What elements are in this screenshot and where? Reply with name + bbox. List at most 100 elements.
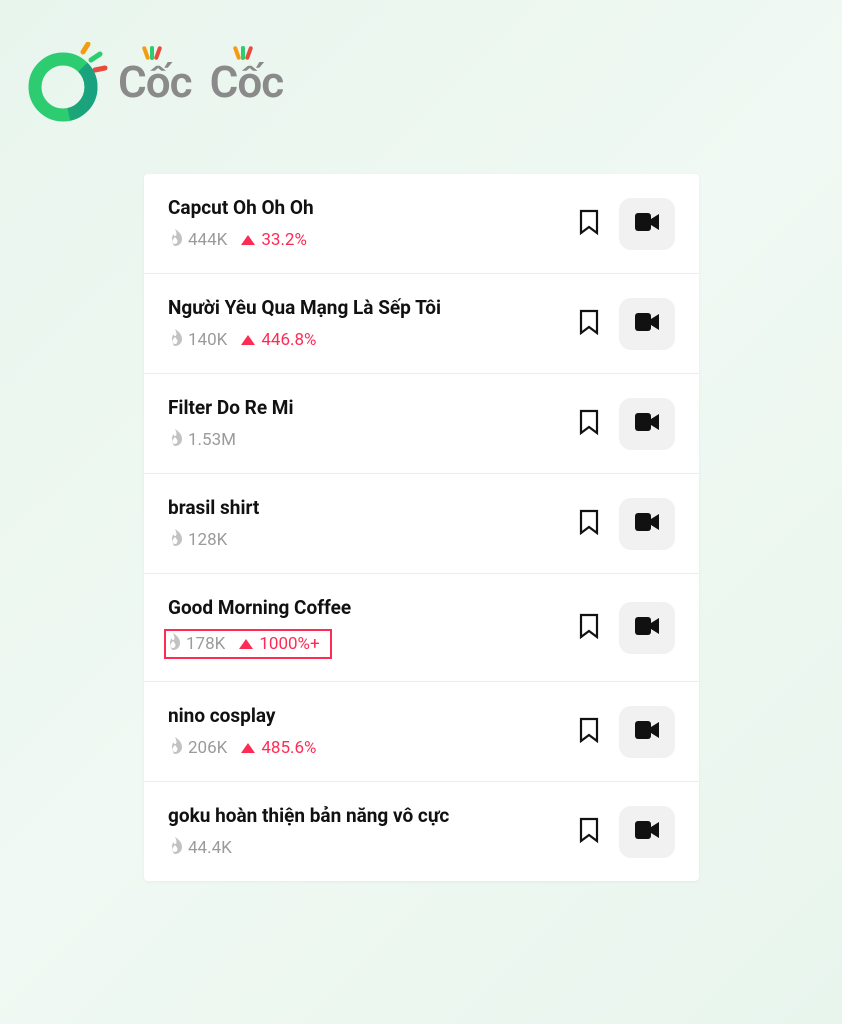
views-count: 128K — [188, 530, 227, 550]
views-stat: 140K — [168, 329, 227, 351]
logo-mark-icon — [28, 42, 108, 122]
list-item-content: Người Yêu Qua Mạng Là Sếp Tôi 140K 446.8% — [168, 296, 573, 351]
highlight-box: 178K 1000%+ — [164, 629, 332, 659]
item-stats: 178K 1000%+ — [168, 629, 573, 659]
logo-accent-icon — [144, 46, 160, 60]
item-stats: 128K — [168, 529, 573, 551]
bookmark-icon — [578, 817, 600, 846]
bookmark-icon — [578, 613, 600, 642]
fire-icon — [168, 229, 182, 251]
list-item[interactable]: Filter Do Re Mi 1.53M — [144, 374, 699, 474]
bookmark-icon — [578, 309, 600, 338]
item-stats: 44.4K — [168, 837, 573, 859]
brand-word-2: Cốc — [210, 56, 284, 108]
views-count: 444K — [188, 230, 227, 250]
item-stats: 1.53M — [168, 429, 573, 451]
fire-icon — [168, 529, 182, 551]
video-button[interactable] — [619, 298, 675, 350]
item-actions — [573, 706, 675, 758]
item-stats: 206K 485.6% — [168, 737, 573, 759]
video-button[interactable] — [619, 706, 675, 758]
bookmark-button[interactable] — [573, 816, 605, 848]
item-title: Good Morning Coffee — [168, 596, 573, 619]
item-actions — [573, 602, 675, 654]
bookmark-button[interactable] — [573, 612, 605, 644]
trend-stat: 485.6% — [241, 738, 316, 758]
fire-icon — [168, 429, 182, 451]
trend-value: 485.6% — [261, 738, 316, 758]
trend-value: 33.2% — [261, 230, 307, 250]
logo-accent-icon — [235, 46, 251, 60]
trend-stat: 33.2% — [241, 230, 307, 250]
bookmark-button[interactable] — [573, 308, 605, 340]
bookmark-icon — [578, 209, 600, 238]
bookmark-button[interactable] — [573, 408, 605, 440]
video-button[interactable] — [619, 602, 675, 654]
video-camera-icon — [635, 213, 659, 234]
bookmark-button[interactable] — [573, 508, 605, 540]
video-camera-icon — [635, 821, 659, 842]
list-item-content: nino cosplay 206K 485.6% — [168, 704, 573, 759]
item-title: nino cosplay — [168, 704, 573, 727]
bookmark-icon — [578, 409, 600, 438]
fire-icon — [166, 633, 180, 655]
list-item-content: Filter Do Re Mi 1.53M — [168, 396, 573, 451]
video-camera-icon — [635, 413, 659, 434]
trend-value: 1000%+ — [259, 634, 319, 654]
brand-logo: Cốc Cốc — [28, 42, 283, 122]
video-camera-icon — [635, 617, 659, 638]
item-actions — [573, 198, 675, 250]
list-item-content: Good Morning Coffee 178K 1000%+ — [168, 596, 573, 659]
trending-list-card: Capcut Oh Oh Oh 444K 33.2% Người Yêu Qua Mạ… — [144, 174, 699, 881]
list-item[interactable]: goku hoàn thiện bản năng vô cực 44.4K — [144, 782, 699, 881]
views-count: 44.4K — [188, 838, 232, 858]
trend-stat: 1000%+ — [239, 634, 319, 654]
fire-icon — [168, 837, 182, 859]
trend-value: 446.8% — [261, 330, 316, 350]
views-stat: 44.4K — [168, 837, 232, 859]
trend-up-icon — [241, 743, 255, 753]
item-title: Filter Do Re Mi — [168, 396, 573, 419]
views-stat: 1.53M — [168, 429, 236, 451]
item-actions — [573, 298, 675, 350]
video-button[interactable] — [619, 498, 675, 550]
item-stats: 444K 33.2% — [168, 229, 573, 251]
bookmark-button[interactable] — [573, 716, 605, 748]
item-title: Capcut Oh Oh Oh — [168, 196, 573, 219]
list-item[interactable]: nino cosplay 206K 485.6% — [144, 682, 699, 782]
item-stats: 140K 446.8% — [168, 329, 573, 351]
trend-up-icon — [239, 639, 253, 649]
list-item-content: brasil shirt 128K — [168, 496, 573, 551]
bookmark-icon — [578, 509, 600, 538]
trend-up-icon — [241, 335, 255, 345]
list-item[interactable]: brasil shirt 128K — [144, 474, 699, 574]
item-title: brasil shirt — [168, 496, 573, 519]
brand-word-1: Cốc — [118, 56, 192, 108]
fire-icon — [168, 329, 182, 351]
views-stat: 178K — [166, 633, 225, 655]
bookmark-button[interactable] — [573, 208, 605, 240]
video-button[interactable] — [619, 806, 675, 858]
video-camera-icon — [635, 513, 659, 534]
video-camera-icon — [635, 721, 659, 742]
bookmark-icon — [578, 717, 600, 746]
views-stat: 444K — [168, 229, 227, 251]
views-count: 178K — [186, 634, 225, 654]
trend-up-icon — [241, 235, 255, 245]
list-item-content: Capcut Oh Oh Oh 444K 33.2% — [168, 196, 573, 251]
video-button[interactable] — [619, 198, 675, 250]
item-title: Người Yêu Qua Mạng Là Sếp Tôi — [168, 296, 573, 319]
video-camera-icon — [635, 313, 659, 334]
list-item[interactable]: Capcut Oh Oh Oh 444K 33.2% — [144, 174, 699, 274]
item-title: goku hoàn thiện bản năng vô cực — [168, 804, 573, 827]
list-item[interactable]: Người Yêu Qua Mạng Là Sếp Tôi 140K 446.8% — [144, 274, 699, 374]
views-count: 140K — [188, 330, 227, 350]
list-item-content: goku hoàn thiện bản năng vô cực 44.4K — [168, 804, 573, 859]
views-count: 206K — [188, 738, 227, 758]
views-stat: 206K — [168, 737, 227, 759]
fire-icon — [168, 737, 182, 759]
list-item[interactable]: Good Morning Coffee 178K 1000%+ — [144, 574, 699, 682]
item-actions — [573, 398, 675, 450]
video-button[interactable] — [619, 398, 675, 450]
views-stat: 128K — [168, 529, 227, 551]
